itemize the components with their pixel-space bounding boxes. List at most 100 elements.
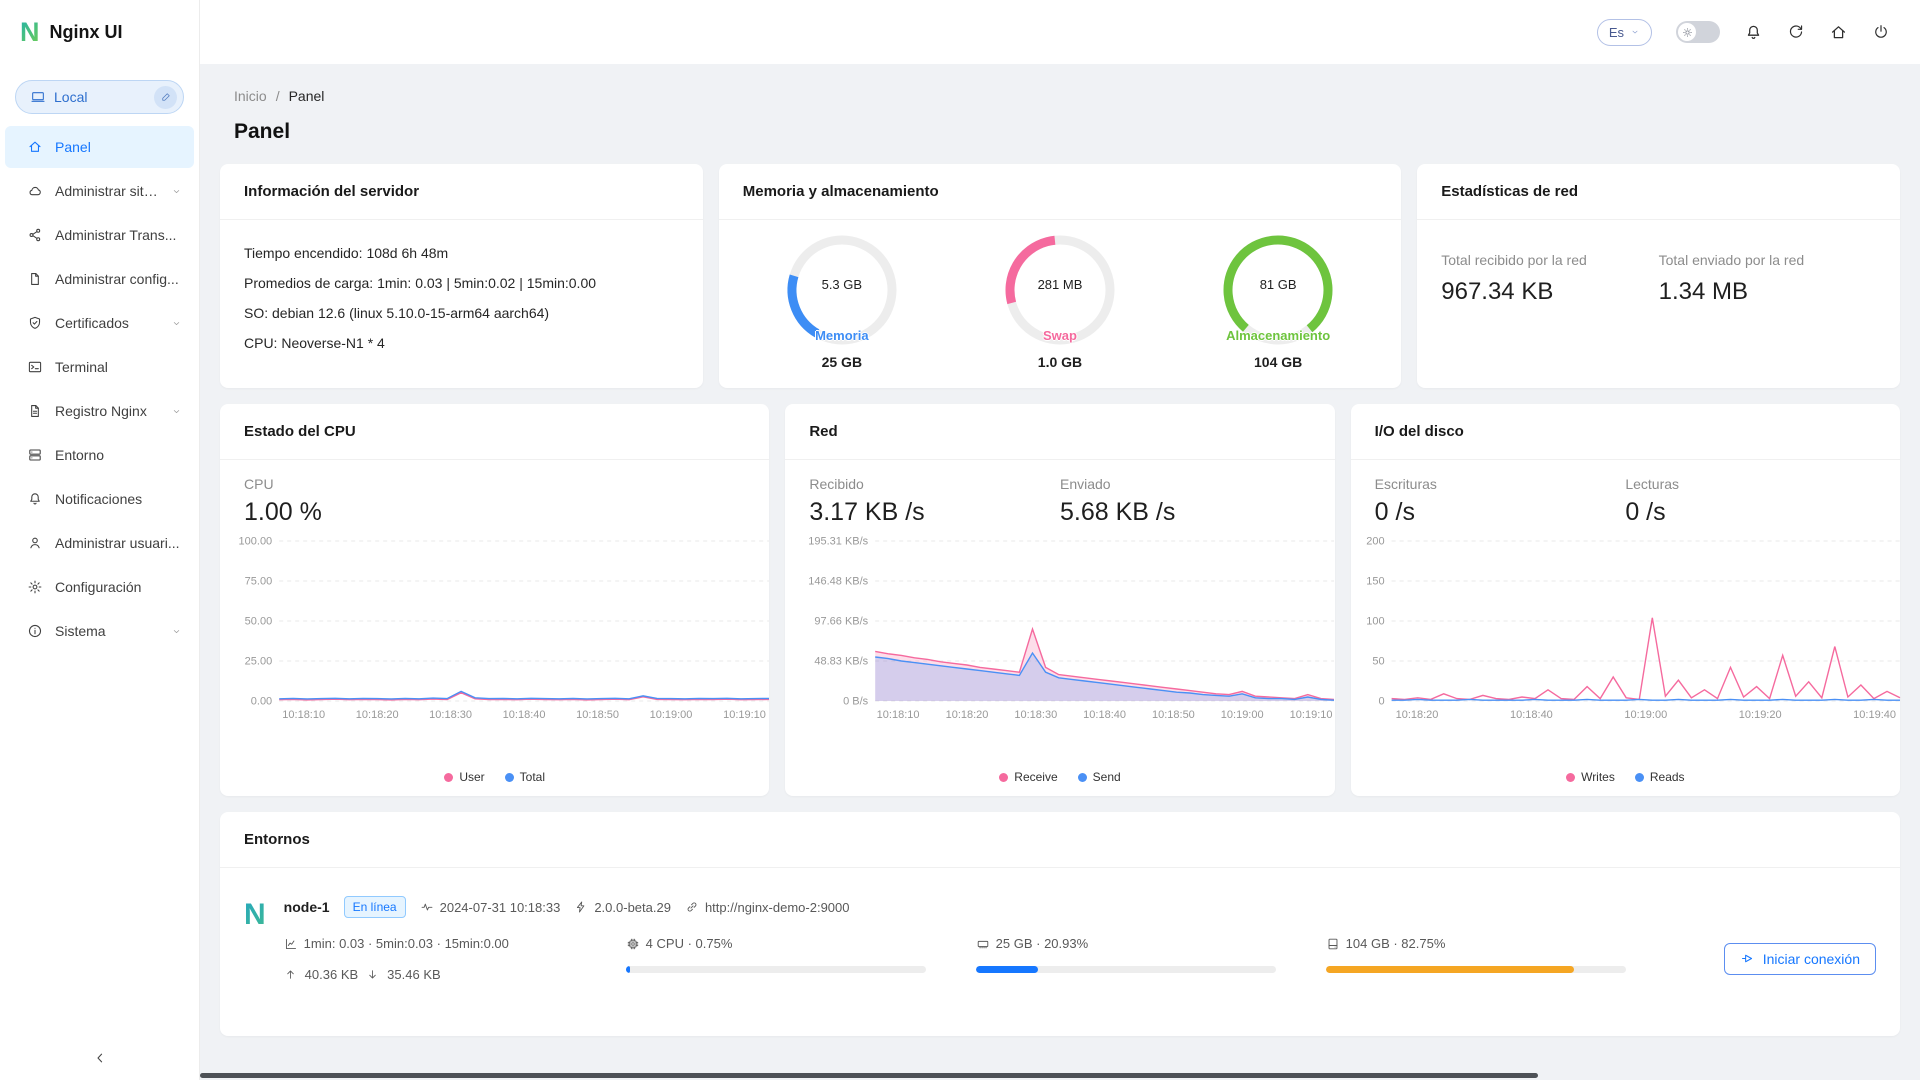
sidebar-item-registro-nginx[interactable]: Registro Nginx: [5, 390, 194, 432]
server-info-line: Promedios de carga: 1min: 0.03 | 5min:0.…: [244, 268, 679, 298]
legend-user[interactable]: User: [444, 770, 484, 784]
network-stats-card-title: Estadísticas de red: [1417, 164, 1900, 220]
top-cards-row: Información del servidor Tiempo encendid…: [220, 164, 1900, 388]
node-selector[interactable]: Local: [15, 80, 184, 114]
breadcrumb-home[interactable]: Inicio: [234, 88, 267, 104]
cpu-status-card: Estado del CPU CPU1.00 % 0.0025.0050.007…: [220, 404, 769, 796]
stat-label: CPU: [244, 476, 745, 492]
chevron-down-icon: [1630, 27, 1640, 37]
sidebar-collapse-button[interactable]: [0, 1050, 199, 1066]
chevron-left-icon: [92, 1050, 108, 1066]
sidebar-item-label: Configuración: [55, 579, 141, 595]
legend-reads[interactable]: Reads: [1635, 770, 1685, 784]
sun-icon: [1682, 27, 1693, 38]
sidebar-item-administrar-config[interactable]: Administrar config...: [5, 258, 194, 300]
app-title: Nginx UI: [50, 22, 123, 43]
stat-label: Total enviado por la red: [1659, 252, 1876, 268]
power-icon: [1872, 23, 1890, 41]
svg-text:10:18:30: 10:18:30: [429, 709, 472, 721]
node-traffic: 40.36 KB35.46 KB: [284, 967, 576, 982]
svg-text:10:19:40: 10:19:40: [1853, 709, 1896, 721]
svg-text:10:18:20: 10:18:20: [1395, 709, 1438, 721]
theme-toggle[interactable]: [1676, 21, 1720, 43]
app-logo[interactable]: N Nginx UI: [0, 0, 199, 64]
svg-text:10:18:50: 10:18:50: [576, 709, 619, 721]
node-last-seen: 2024-07-31 10:18:33: [420, 900, 561, 915]
node-status-badge: En línea: [344, 896, 406, 918]
refresh-icon[interactable]: [1787, 23, 1805, 41]
cloud-icon: [27, 183, 43, 199]
file-text-icon: [27, 403, 43, 419]
gauge-value: 281 MB: [1002, 277, 1118, 292]
sidebar-item-panel[interactable]: Panel: [5, 126, 194, 168]
stat-value: 0 /s: [1625, 498, 1876, 527]
network-stats-card: Estadísticas de red Total recibido por l…: [1417, 164, 1900, 388]
sidebar-item-entorno[interactable]: Entorno: [5, 434, 194, 476]
gear-icon: [27, 579, 43, 595]
svg-text:10:18:20: 10:18:20: [356, 709, 399, 721]
chevron-down-icon-wrap: [171, 186, 182, 197]
stat-label: Lecturas: [1625, 476, 1876, 492]
node-load-averages: 1min: 0.03 · 5min:0.03 · 15min:0.00: [284, 936, 509, 951]
node-cpu-progressbar: [626, 966, 926, 973]
arrow-up-icon: [284, 968, 297, 981]
stat-value: 0 /s: [1375, 498, 1626, 527]
sidebar-item-administrar-sitios[interactable]: Administrar sitios: [5, 170, 194, 212]
main-area: Es Inicio / Panel Panel Información del …: [200, 0, 1920, 1080]
gauge-almacenamiento: 81 GBAlmacenamiento104 GB: [1220, 232, 1336, 370]
legend-receive[interactable]: Receive: [999, 770, 1057, 784]
sidebar-item-label: Administrar config...: [55, 271, 179, 287]
sidebar-item-label: Registro Nginx: [55, 403, 147, 419]
breadcrumb: Inicio / Panel: [234, 88, 1900, 104]
sidebar-item-certificados[interactable]: Certificados: [5, 302, 194, 344]
memory-storage-card: Memoria y almacenamiento 5.3 GBMemoria25…: [719, 164, 1402, 388]
sidebar-item-label: Administrar sitios: [55, 183, 159, 199]
chevron-left-icon: [92, 1050, 108, 1066]
sidebar-item-administrar-usuari[interactable]: Administrar usuari...: [5, 522, 194, 564]
node-logo-avatar: N: [244, 896, 266, 982]
legend-total[interactable]: Total: [505, 770, 545, 784]
share-icon: [27, 227, 43, 243]
node-disk-metric: 104 GB · 82.75%: [1326, 936, 1626, 973]
node-url[interactable]: http://nginx-demo-2:9000: [685, 900, 850, 915]
disk-io-stats: Escrituras0 /sLecturas0 /s: [1351, 460, 1900, 527]
chevron-down-icon-wrap: [171, 318, 182, 329]
legend-writes[interactable]: Writes: [1566, 770, 1615, 784]
home-icon: [1829, 23, 1848, 42]
power-icon[interactable]: [1872, 23, 1890, 41]
sidebar-item-notificaciones[interactable]: Notificaciones: [5, 478, 194, 520]
node-memory-progressbar: [976, 966, 1276, 973]
pulse-icon: [420, 900, 434, 914]
svg-text:10:19:10: 10:19:10: [1290, 709, 1333, 721]
cpu-chart-legend: User Total: [220, 768, 769, 796]
cpu-chart-svg: 0.0025.0050.0075.00100.0010:18:1010:18:2…: [230, 533, 779, 725]
stat-total-recibido-por-la-red: Total recibido por la red967.34 KB: [1441, 252, 1658, 306]
chevron-down-icon: [171, 318, 182, 329]
edit-node-button[interactable]: [154, 86, 177, 109]
stat-value: 1.34 MB: [1659, 278, 1876, 306]
language-select[interactable]: Es: [1597, 19, 1652, 46]
svg-text:10:18:40: 10:18:40: [1510, 709, 1553, 721]
node-memory-label: 25 GB · 20.93%: [976, 936, 1089, 951]
sidebar-item-sistema[interactable]: Sistema: [5, 610, 194, 652]
disk-chart-svg: 05010015020010:18:2010:18:4010:19:0010:1…: [1361, 533, 1910, 725]
sidebar-item-administrar-trans[interactable]: Administrar Trans...: [5, 214, 194, 256]
server-info-line: SO: debian 12.6 (linux 5.10.0-15-arm64 a…: [244, 298, 679, 328]
net-chart-svg: 0 B/s48.83 KB/s97.66 KB/s146.48 KB/s195.…: [795, 533, 1344, 725]
horizontal-scrollbar-thumb[interactable]: [200, 1073, 1538, 1078]
gauge-value: 5.3 GB: [784, 277, 900, 292]
gauge-total: 25 GB: [784, 354, 900, 370]
svg-text:0: 0: [1378, 696, 1384, 708]
home-icon[interactable]: [1829, 23, 1848, 42]
server-info-card-title: Información del servidor: [220, 164, 703, 220]
gauge-value: 81 GB: [1220, 277, 1336, 292]
sidebar-item-configuracion[interactable]: Configuración: [5, 566, 194, 608]
network-chart-legend: Receive Send: [785, 768, 1334, 796]
node-name: node-1: [284, 899, 330, 915]
notifications-bell-icon[interactable]: [1744, 23, 1763, 42]
svg-text:10:18:30: 10:18:30: [1015, 709, 1058, 721]
sidebar-item-terminal[interactable]: Terminal: [5, 346, 194, 388]
svg-text:10:18:10: 10:18:10: [877, 709, 920, 721]
legend-send[interactable]: Send: [1078, 770, 1121, 784]
connect-button[interactable]: Iniciar conexión: [1724, 943, 1876, 975]
